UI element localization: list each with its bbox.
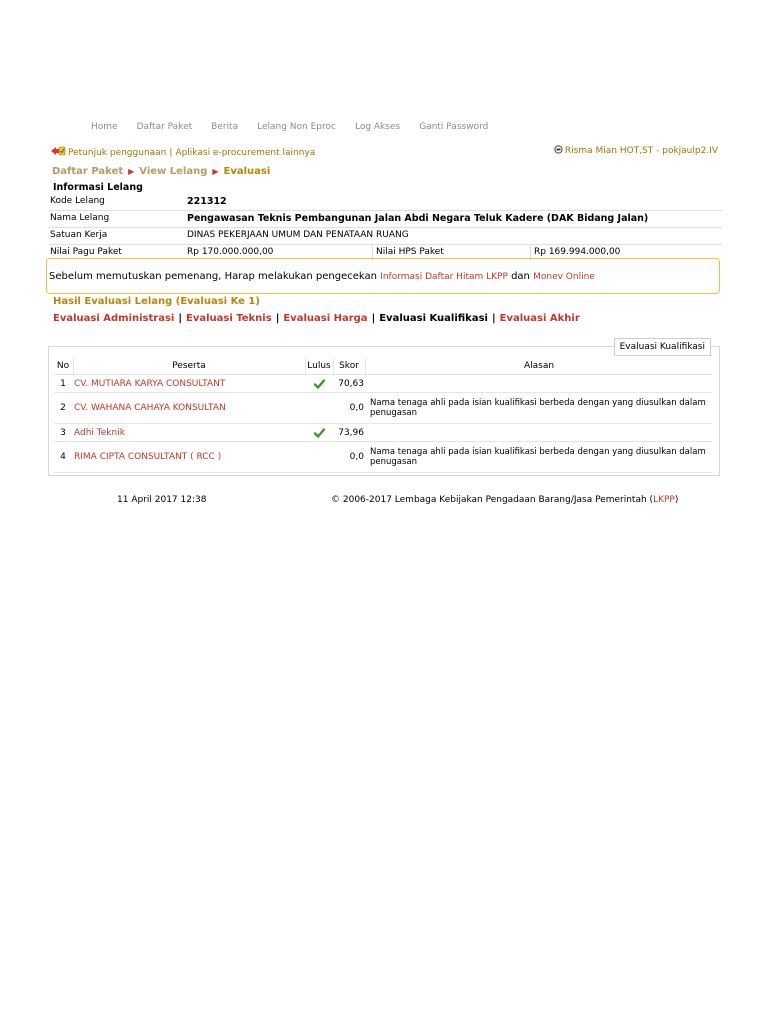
nav-daftar-paket[interactable]: Daftar Paket [137,122,193,134]
warning-box: Sebelum memutuskan pemenang, Harap melak… [46,258,720,294]
user-link[interactable]: Risma Mian HOT,ST - pokjaulp2.IV [565,146,718,156]
peserta-link[interactable]: RIMA CIPTA CONSULTANT ( RCC ) [74,452,221,462]
tab-separator: | [275,313,280,324]
hps-value: Rp 169.994.000,00 [534,247,621,257]
pagu-value: Rp 170.000.000,00 [187,247,274,257]
aplikasi-link[interactable]: Aplikasi e-procurement lainnya [175,148,315,158]
nav-lelang-non-eproc[interactable]: Lelang Non Eproc [257,122,336,134]
tab-teknis[interactable]: Evaluasi Teknis [186,313,272,324]
nav-berita[interactable]: Berita [211,122,238,134]
help-icon [50,145,68,160]
copyright-close: ) [674,495,679,505]
lkpp-link[interactable]: LKPP [653,495,675,505]
hasil-evaluasi-title: Hasil Evaluasi Lelang (Evaluasi Ke 1) [53,296,260,307]
row-peserta: CV. MUTIARA KARYA CONSULTANT [74,375,304,392]
peserta-link[interactable]: CV. MUTIARA KARYA CONSULTANT [74,379,225,389]
tab-akhir[interactable]: Evaluasi Akhir [500,313,580,324]
row-skor: 0,0 [349,403,364,413]
tab-separator: | [178,313,182,324]
satuan-value: DINAS PEKERJAAN UMUM DAN PENATAAN RUANG [187,230,409,240]
breadcrumb-arrow-icon: ▶ [212,167,219,176]
header-lulus: Lulus [307,361,331,371]
column-divider [73,358,74,374]
row-alasan [366,375,712,392]
nav-home[interactable]: Home [91,122,118,134]
row-skor: 0,0 [349,452,364,462]
column-divider [305,358,306,374]
table-row: 2 CV. WAHANA CAHAYA KONSULTAN 0,0 Nama t… [54,393,712,424]
evaluasi-tabs: Evaluasi Administrasi | Evaluasi Teknis … [53,313,580,324]
helper-bar: Petunjuk penggunaan | Aplikasi e-procure… [50,145,722,159]
row-peserta: CV. WAHANA CAHAYA KONSULTAN [74,393,304,423]
info-row-satuan: Satuan Kerja DINAS PEKERJAAN UMUM DAN PE… [48,228,722,245]
user-icon [554,145,565,157]
header-alasan: Alasan [523,361,555,371]
row-no: 1 [60,378,66,389]
tab-separator: | [491,313,496,324]
petunjuk-link[interactable]: Petunjuk penggunaan [68,148,166,158]
breadcrumb-daftar-paket[interactable]: Daftar Paket [52,166,123,177]
row-no: 3 [60,427,66,438]
row-lulus-empty [306,442,332,472]
tab-harga[interactable]: Evaluasi Harga [283,313,367,324]
row-lulus-empty [306,393,332,423]
helper-links: Petunjuk penggunaan | Aplikasi e-procure… [50,145,315,160]
row-peserta: Adhi Teknik [74,424,304,441]
row-alasan: Nama tenaga ahli pada isian kualifikasi … [370,398,706,418]
peserta-link[interactable]: CV. WAHANA CAHAYA KONSULTAN [74,403,226,413]
monev-online-link[interactable]: Monev Online [533,272,595,282]
breadcrumb-view-lelang[interactable]: View Lelang [139,166,207,177]
lulus-check-icon [306,424,332,441]
breadcrumb-evaluasi: Evaluasi [223,166,271,177]
column-divider [333,358,334,374]
header-skor: Skor [339,361,359,371]
info-row-kode: Kode Lelang 221312 [48,194,722,211]
breadcrumb: Daftar Paket ▶ View Lelang ▶ Evaluasi [52,166,270,177]
tab-separator: | [371,313,376,324]
warning-text-line: Sebelum memutuskan pemenang, Harap melak… [49,271,595,282]
header-no: No [56,361,70,371]
nama-value: Pengawasan Teknis Pembangunan Jalan Abdi… [187,213,649,224]
user-info: Risma Mian HOT,ST - pokjaulp2.IV [554,145,718,157]
satuan-label: Satuan Kerja [50,230,108,240]
row-alasan [366,424,712,441]
info-lelang-title: Informasi Lelang [53,182,143,193]
table-row: 4 RIMA CIPTA CONSULTANT ( RCC ) 0,0 Nama… [54,442,712,473]
footer-copyright: © 2006-2017 Lembaga Kebijakan Pengadaan … [331,495,678,505]
results-table: No Peserta Lulus Skor Alasan 1 CV. MUTIA… [54,358,712,473]
tab-kualifikasi[interactable]: Evaluasi Kualifikasi [379,313,488,324]
panel-legend: Evaluasi Kualifikasi [613,338,711,356]
row-skor: 73,96 [338,427,364,438]
copyright-text: © 2006-2017 Lembaga Kebijakan Pengadaan … [331,495,654,505]
warning-dan: dan [511,271,530,282]
nav-ganti-password[interactable]: Ganti Password [419,122,488,134]
helper-separator: | [169,147,173,158]
info-row-nama: Nama Lelang Pengawasan Teknis Pembanguna… [48,211,722,228]
column-divider [365,358,366,374]
kode-value: 221312 [187,196,227,207]
nama-label: Nama Lelang [50,213,110,223]
tab-administrasi[interactable]: Evaluasi Administrasi [53,313,174,324]
hps-label: Nilai HPS Paket [376,247,444,257]
lulus-check-icon [306,375,332,392]
row-no: 4 [60,452,66,462]
breadcrumb-arrow-icon: ▶ [128,167,135,176]
peserta-link[interactable]: Adhi Teknik [74,428,125,438]
kode-label: Kode Lelang [50,196,105,206]
footer-date: 11 April 2017 12:38 [117,495,207,505]
table-header: No Peserta Lulus Skor Alasan [54,358,712,375]
nav-log-akses[interactable]: Log Akses [355,122,400,134]
daftar-hitam-link[interactable]: Informasi Daftar Hitam LKPP [380,272,508,282]
warning-text: Sebelum memutuskan pemenang, Harap melak… [49,271,378,282]
top-nav: Home Daftar Paket Berita Lelang Non Epro… [91,122,507,134]
info-table: Kode Lelang 221312 Nama Lelang Pengawasa… [48,194,722,261]
row-peserta: RIMA CIPTA CONSULTANT ( RCC ) [74,442,304,472]
row-alasan: Nama tenaga ahli pada isian kualifikasi … [370,447,706,467]
row-skor: 70,63 [338,378,364,389]
row-no: 2 [60,403,66,413]
table-row: 3 Adhi Teknik 73,96 [54,424,712,442]
table-row: 1 CV. MUTIARA KARYA CONSULTANT 70,63 [54,375,712,393]
pagu-label: Nilai Pagu Paket [50,247,122,257]
header-peserta: Peserta [172,361,206,371]
